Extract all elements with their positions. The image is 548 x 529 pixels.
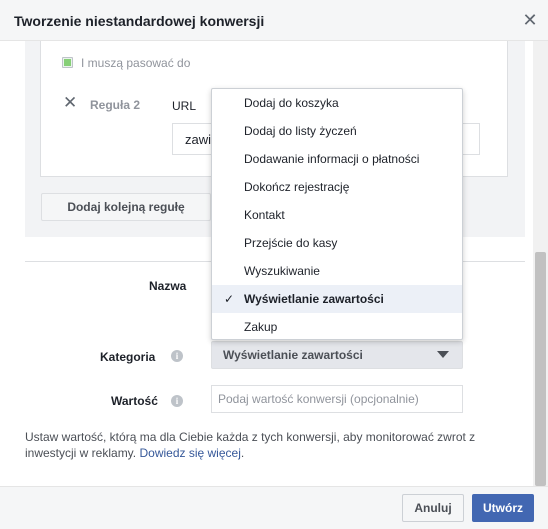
menu-item[interactable]: Dokończ rejestrację <box>212 173 462 201</box>
menu-item-label: Przejście do kasy <box>244 236 338 250</box>
menu-item-label: Kontakt <box>244 208 285 222</box>
menu-item-label: Dodawanie informacji o płatności <box>244 152 420 166</box>
match-label: I muszą pasować do <box>81 56 191 70</box>
check-icon: ✓ <box>224 292 235 306</box>
menu-item-label: Zakup <box>244 320 278 334</box>
learn-more-link[interactable]: Dowiedz się więcej <box>139 446 240 460</box>
info-icon[interactable]: i <box>171 395 183 407</box>
cancel-button[interactable]: Anuluj <box>402 494 464 522</box>
menu-item[interactable]: Zakup <box>212 313 462 341</box>
chevron-down-icon <box>437 351 449 358</box>
menu-item-selected[interactable]: ✓ Wyświetlanie zawartości <box>212 285 462 313</box>
menu-item[interactable]: Wyszukiwanie <box>212 257 462 285</box>
category-select-value: Wyświetlanie zawartości <box>223 348 363 362</box>
rule-2-label: Reguła 2 <box>90 98 141 112</box>
checkbox-mark-icon <box>64 59 71 66</box>
menu-item-label: Wyszukiwanie <box>244 264 320 278</box>
remove-rule-icon[interactable]: ✕ <box>63 94 77 111</box>
menu-item-label: Dokończ rejestrację <box>244 180 350 194</box>
add-rule-button[interactable]: Dodaj kolejną regułę <box>41 193 211 221</box>
category-label: Kategoria <box>100 350 156 364</box>
dialog-title: Tworzenie niestandardowej konwersji <box>14 13 265 29</box>
info-icon[interactable]: i <box>171 350 183 362</box>
name-label: Nazwa <box>149 279 187 293</box>
create-button[interactable]: Utwórz <box>472 494 534 522</box>
menu-item[interactable]: Kontakt <box>212 201 462 229</box>
value-label: Wartość <box>111 394 158 408</box>
menu-item-label: Dodaj do listy życzeń <box>244 124 357 138</box>
rule-field-label: URL <box>172 99 197 113</box>
dialog-footer <box>0 486 548 529</box>
menu-item[interactable]: Przejście do kasy <box>212 229 462 257</box>
menu-item[interactable]: Dodaj do koszyka <box>212 89 462 117</box>
close-icon[interactable]: ✕ <box>520 10 540 30</box>
menu-item-label: Dodaj do koszyka <box>244 96 339 110</box>
menu-item[interactable]: Dodaj do listy życzeń <box>212 117 462 145</box>
help-text-end: . <box>240 446 245 460</box>
scrollbar-thumb[interactable] <box>535 252 546 486</box>
help-text-body: Ustaw wartość, którą ma dla Ciebie każda… <box>25 430 476 460</box>
menu-item[interactable]: Dodawanie informacji o płatności <box>212 145 462 173</box>
help-text: Ustaw wartość, którą ma dla Ciebie każda… <box>25 429 515 461</box>
value-input[interactable]: Podaj wartość konwersji (opcjonalnie) <box>211 385 463 413</box>
menu-item-label: Wyświetlanie zawartości <box>244 292 384 306</box>
